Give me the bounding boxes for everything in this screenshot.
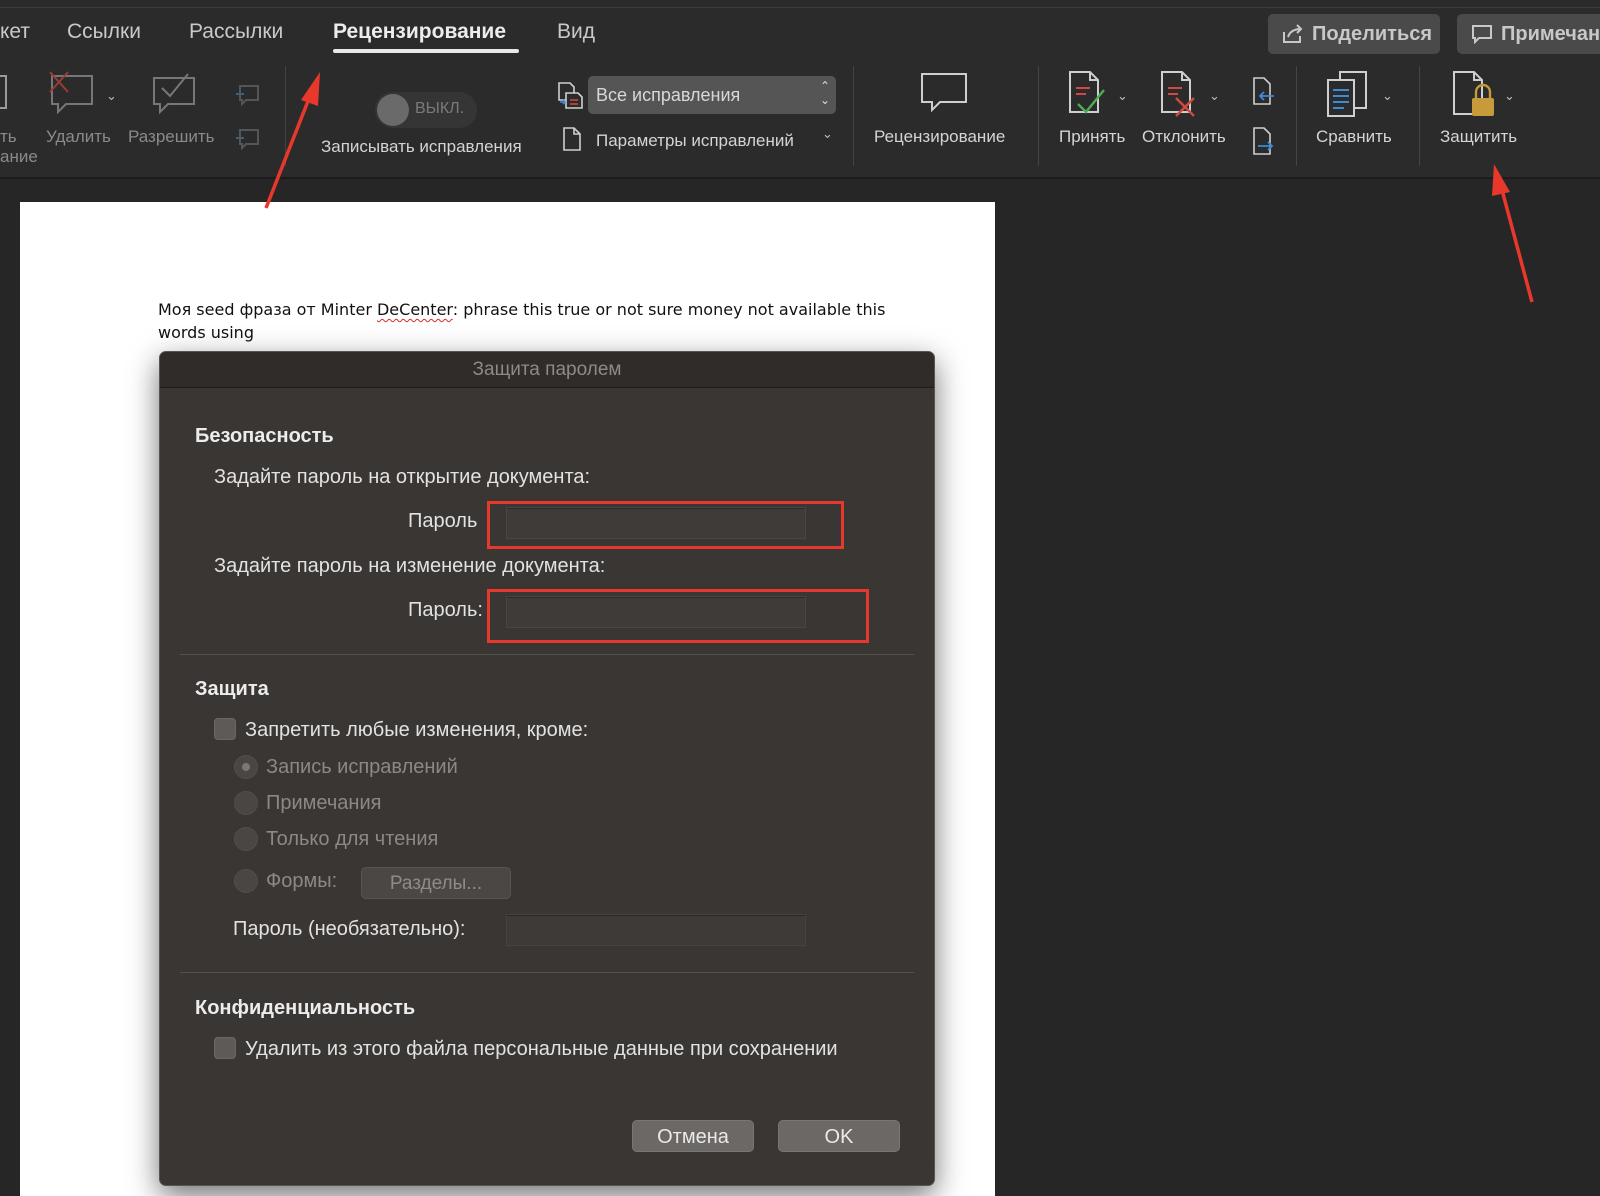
tab-references[interactable]: Ссылки: [67, 20, 141, 44]
toggle-state-label: ВЫКЛ.: [415, 100, 465, 117]
divider: [180, 972, 914, 973]
tab-view[interactable]: Вид: [557, 20, 595, 44]
restrict-changes-checkbox[interactable]: [214, 718, 236, 740]
security-heading: Безопасность: [195, 425, 334, 447]
next-change-icon[interactable]: [1248, 126, 1276, 158]
markup-select-value: Все исправления: [596, 85, 741, 105]
new-comment-label-line2[interactable]: ание: [0, 147, 38, 167]
new-comment-icon: [0, 75, 7, 109]
chevron-down-icon[interactable]: ⌄: [106, 88, 117, 104]
protect-label[interactable]: Защитить: [1440, 127, 1517, 147]
protect-document-lock-icon: [1453, 71, 1494, 116]
document-icon: [563, 127, 581, 151]
password-protection-dialog: Защита паролем Безопасность Задайте паро…: [159, 351, 935, 1186]
dialog-title[interactable]: Защита паролем: [160, 352, 934, 388]
modify-password-prompt: Задайте пароль на изменение документа:: [214, 555, 606, 577]
annotation-highlight-open-password: [487, 501, 844, 549]
radio-comments-label: Примечания: [266, 792, 382, 814]
arrow-to-protect-button: [1492, 164, 1534, 303]
open-password-prompt: Задайте пароль на открытие документа:: [214, 466, 591, 488]
divider: [285, 66, 286, 166]
accept-label[interactable]: Принять: [1059, 127, 1125, 147]
restrict-changes-label: Запретить любые изменения, кроме:: [245, 719, 589, 741]
optional-password-input[interactable]: [506, 914, 806, 946]
reject-label[interactable]: Отклонить: [1142, 127, 1226, 147]
accept-change-icon: [1069, 71, 1105, 114]
document-text-before: Моя seed фраза от Minter: [158, 300, 377, 319]
sections-button[interactable]: Разделы...: [361, 867, 511, 899]
tab-review[interactable]: Рецензирование: [333, 20, 506, 44]
tab-layout-partial[interactable]: кет: [0, 20, 30, 44]
delete-label[interactable]: Удалить: [46, 127, 111, 147]
radio-track-changes-label: Запись исправлений: [266, 756, 458, 778]
up-down-arrows-icon: ⌃ ⌄: [819, 79, 830, 107]
resolve-label[interactable]: Разрешить: [128, 127, 215, 147]
display-for-review-icon: [558, 82, 583, 109]
new-comment-label[interactable]: ть: [0, 127, 17, 147]
cancel-button[interactable]: Отмена: [632, 1120, 754, 1152]
track-changes-label[interactable]: Записывать исправления: [321, 137, 522, 157]
share-label: Поделиться: [1312, 22, 1433, 45]
remove-personal-info-checkbox[interactable]: [214, 1037, 236, 1059]
divider: [1296, 66, 1297, 166]
misspelled-word[interactable]: DeCenter: [377, 300, 453, 319]
divider: [1038, 66, 1039, 166]
markup-options-label[interactable]: Параметры исправлений: [596, 131, 794, 151]
chevron-down-icon[interactable]: ⌄: [1504, 88, 1515, 104]
share-button[interactable]: Поделиться: [1268, 14, 1440, 54]
compare-label[interactable]: Сравнить: [1316, 127, 1392, 147]
chevron-down-icon[interactable]: ⌄: [1209, 88, 1220, 104]
divider: [853, 66, 854, 166]
resolve-comment-icon: [153, 73, 195, 115]
remove-personal-info-label: Удалить из этого файла персональные данн…: [245, 1038, 838, 1060]
previous-comment-icon[interactable]: [234, 82, 262, 108]
open-password-label: Пароль: [408, 510, 478, 532]
compare-documents-icon: [1327, 71, 1367, 117]
active-tab-indicator: [333, 49, 519, 53]
reviewing-pane-icon: [921, 73, 967, 113]
comments-label: Примечания: [1501, 22, 1600, 45]
comment-icon: [1472, 25, 1492, 44]
comments-button[interactable]: Примечания: [1457, 14, 1600, 54]
ok-button[interactable]: OK: [778, 1120, 900, 1152]
delete-comment-icon: [49, 71, 93, 115]
annotation-highlight-modify-password: [487, 589, 869, 643]
reject-change-icon: [1161, 71, 1195, 117]
tab-bar: кет Ссылки Рассылки Рецензирование Вид П…: [0, 0, 1600, 66]
privacy-heading: Конфиденциальность: [195, 997, 416, 1019]
track-changes-toggle[interactable]: ВЫКЛ.: [375, 92, 477, 128]
tab-mailings[interactable]: Рассылки: [189, 20, 283, 44]
share-icon: [1283, 24, 1303, 43]
radio-read-only[interactable]: [234, 827, 258, 851]
protection-heading: Защита: [195, 678, 269, 700]
radio-comments[interactable]: [234, 791, 258, 815]
modify-password-label: Пароль:: [408, 599, 483, 621]
radio-forms-label: Формы:: [266, 870, 338, 892]
divider: [1419, 66, 1420, 166]
next-comment-icon[interactable]: [234, 126, 262, 152]
chevron-down-icon[interactable]: ⌄: [1117, 88, 1128, 104]
radio-forms[interactable]: [234, 869, 258, 893]
radio-track-changes[interactable]: [234, 755, 258, 779]
document-body-text[interactable]: Моя seed фраза от Minter DeCenter: phras…: [158, 298, 918, 344]
divider: [0, 7, 1600, 8]
reviewing-pane-label[interactable]: Рецензирование: [874, 127, 1005, 147]
chevron-down-icon[interactable]: ⌄: [822, 126, 833, 142]
toggle-knob: [377, 94, 409, 126]
previous-change-icon[interactable]: [1248, 76, 1276, 108]
radio-read-only-label: Только для чтения: [266, 828, 439, 850]
chevron-down-icon[interactable]: ⌄: [1382, 88, 1393, 104]
ribbon: ть ание ⌄ Удалить Разрешить ВЫКЛ. Записы…: [0, 66, 1600, 179]
optional-password-label: Пароль (необязательно):: [233, 918, 466, 940]
divider: [180, 654, 914, 655]
markup-display-select[interactable]: Все исправления ⌃ ⌄: [588, 76, 836, 114]
